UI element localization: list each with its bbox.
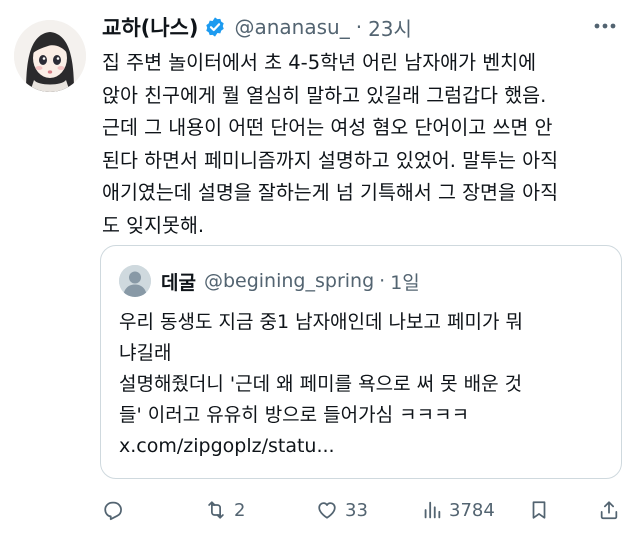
reply-icon (102, 499, 124, 521)
quoted-avatar-default-icon[interactable] (119, 265, 151, 297)
more-options-icon[interactable] (592, 14, 618, 38)
quoted-tweet-header: 데굴 @begining_spring · 1일 (119, 265, 420, 297)
reply-button[interactable] (102, 494, 124, 526)
user-handle[interactable]: @ananasu_ (234, 15, 349, 39)
quoted-display-name[interactable]: 데굴 (161, 268, 196, 295)
like-count: 33 (345, 499, 368, 521)
views-button[interactable]: 3784 (421, 494, 495, 526)
quoted-tweet-text: 우리 동생도 지금 중1 남자애인데 나보고 페미가 뭐 냐길래 설명해줬더니 … (119, 311, 523, 457)
bookmark-button[interactable] (528, 494, 550, 526)
quoted-separator-dot: · (379, 270, 386, 292)
quoted-tweet[interactable]: 데굴 @begining_spring · 1일 우리 동생도 지금 중1 남자… (100, 245, 622, 479)
quoted-timestamp[interactable]: 1일 (390, 268, 420, 295)
action-bar: 2 33 3784 (0, 494, 640, 526)
views-count: 3784 (449, 499, 495, 521)
verified-badge-icon (204, 16, 226, 38)
display-name[interactable]: 교하(나스) (102, 12, 198, 42)
tweet: 교하(나스) @ananasu_ · 23시 집 주변 놀이터에서 초 4-5학… (0, 0, 640, 537)
heart-icon (315, 499, 339, 521)
tweet-header: 교하(나스) @ananasu_ · 23시 (102, 12, 412, 42)
quoted-user-handle[interactable]: @begining_spring (204, 270, 374, 292)
avatar-illustration (14, 20, 86, 92)
share-button[interactable] (598, 494, 620, 526)
share-icon (598, 499, 620, 521)
bookmark-icon (528, 499, 550, 521)
retweet-button[interactable]: 2 (204, 494, 245, 526)
retweet-icon (204, 499, 228, 521)
views-chart-icon (421, 499, 443, 521)
timestamp[interactable]: 23시 (368, 13, 412, 42)
retweet-count: 2 (234, 499, 246, 521)
like-button[interactable]: 33 (315, 494, 368, 526)
avatar[interactable] (14, 20, 86, 92)
separator-dot: · (355, 15, 363, 39)
tweet-text: 집 주변 놀이터에서 초 4-5학년 어린 남자애가 벤치에 앉아 친구에게 뭘… (102, 51, 559, 237)
